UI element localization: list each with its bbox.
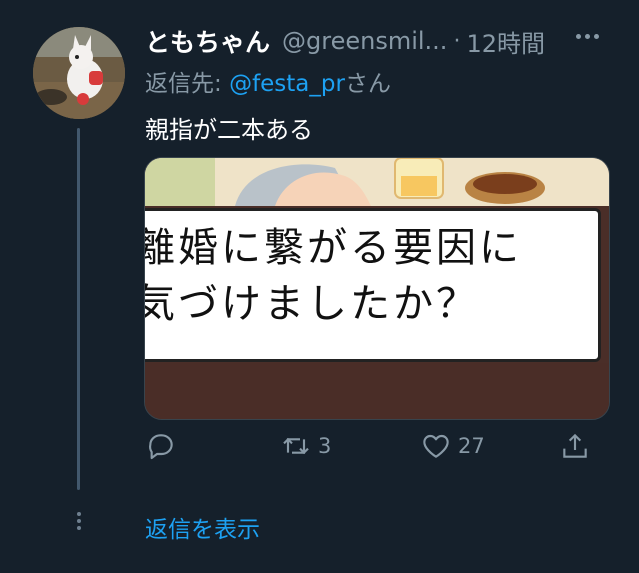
like-button[interactable]: 27 <box>420 430 485 462</box>
thread-line <box>77 128 80 490</box>
avatar-image <box>33 27 125 119</box>
share-icon <box>563 433 587 458</box>
show-replies-link[interactable]: 返信を表示 <box>145 510 260 544</box>
like-count: 27 <box>458 434 485 458</box>
media-illustration-top <box>145 158 609 206</box>
reply-button[interactable] <box>145 430 177 462</box>
retweet-icon <box>283 437 309 455</box>
user-handle[interactable]: @greensmil... <box>282 27 447 55</box>
avatar[interactable] <box>33 27 125 119</box>
media-illustration-bottom <box>145 363 609 419</box>
thread-more-icon <box>76 512 82 530</box>
reply-prefix: 返信先: <box>145 71 230 97</box>
tweet-actions: 3 27 <box>145 430 595 470</box>
share-button[interactable] <box>559 430 591 462</box>
separator-dot: · <box>453 28 461 54</box>
tweet-media[interactable]: 離婚に繋がる要因に 気づけましたか？ <box>144 157 610 420</box>
tweet-text: 親指が二本ある <box>145 116 313 144</box>
timestamp[interactable]: 12時間 <box>466 24 545 59</box>
reply-context: 返信先: @festa_prさん <box>145 64 391 98</box>
reply-to-link[interactable]: @festa_pr <box>229 71 345 97</box>
heart-icon <box>423 434 449 458</box>
more-icon[interactable] <box>576 34 599 39</box>
retweet-count: 3 <box>318 434 332 458</box>
media-caption: 離婚に繋がる要因に 気づけましたか？ <box>144 225 522 327</box>
retweet-button[interactable]: 3 <box>280 430 331 462</box>
display-name[interactable]: ともちゃん <box>145 23 270 59</box>
reply-suffix: さん <box>344 71 391 97</box>
tweet-header: ともちゃん @greensmil... · 12時間 <box>145 24 545 58</box>
reply-icon <box>149 434 173 460</box>
